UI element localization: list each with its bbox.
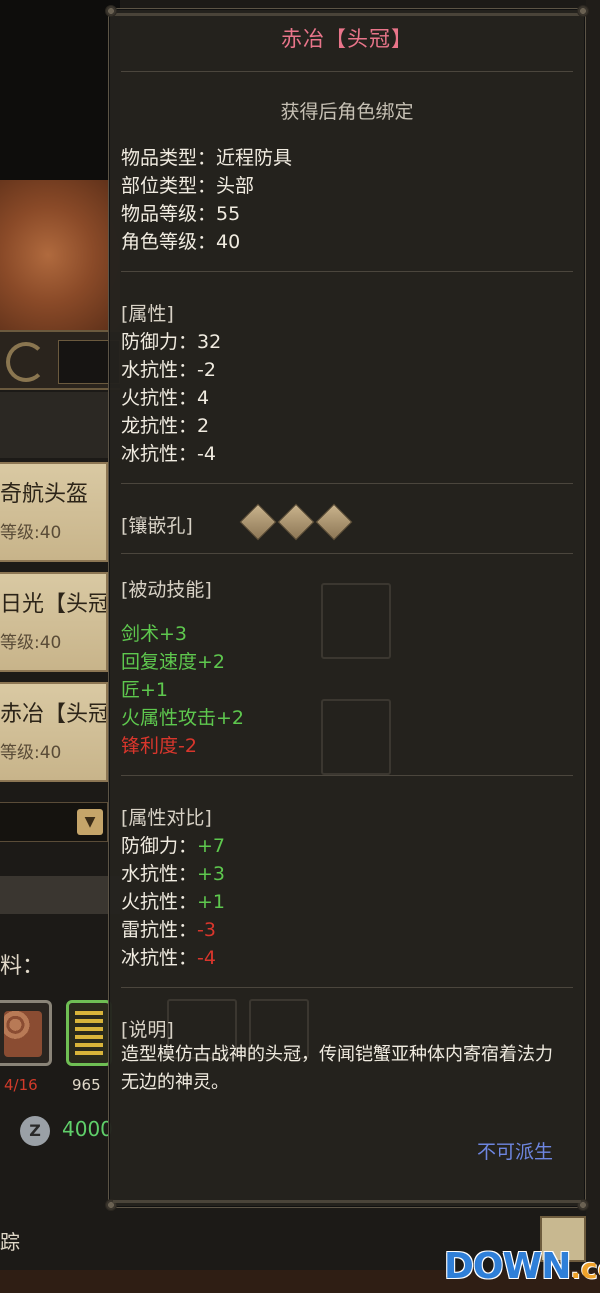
passive-skill: 剑术+3 [121, 623, 188, 645]
compare-header: [属性对比] [121, 807, 212, 829]
material-part-icon[interactable] [66, 1000, 112, 1066]
info-char-level: 角色等级：40 [121, 231, 241, 253]
bg-ornament-bar [0, 330, 120, 390]
equipment-card-name: 赤冶【头冠 [0, 702, 108, 727]
corner-rivet-icon [577, 5, 589, 17]
material-ore-icon[interactable] [0, 1000, 52, 1066]
track-label: 踪 [0, 1230, 20, 1254]
passive-skill: 火属性攻击+2 [121, 707, 245, 729]
divider [121, 553, 573, 554]
info-item-level: 物品等级：55 [121, 203, 241, 225]
equipment-card[interactable]: 赤冶【头冠 等级:40 [0, 682, 108, 782]
description-header: [说明] [121, 1019, 174, 1041]
attribute-fire-res: 火抗性：4 [121, 387, 210, 409]
swirl-ornament-icon [6, 342, 46, 382]
attribute-ice-res: 冰抗性：-4 [121, 443, 216, 465]
equipment-card[interactable]: 奇航头盔 等级:40 [0, 462, 108, 562]
coin-amount: 4000 [62, 1117, 113, 1141]
chevron-down-icon[interactable]: ▼ [77, 809, 103, 835]
material-1-count: 4/16 [4, 1076, 38, 1094]
equipment-card-name: 奇航头盔 [0, 482, 89, 507]
attribute-water-res: 水抗性：-2 [121, 359, 216, 381]
bg-strip [0, 392, 120, 458]
attribute-dragon-res: 龙抗性：2 [121, 415, 210, 437]
socket-diamond-icon [277, 503, 315, 541]
bg-ghost-slot [321, 583, 391, 659]
passive-skill: 匠+1 [121, 679, 169, 701]
no-derive-note: 不可派生 [476, 1141, 553, 1163]
equipment-card-level: 等级:40 [0, 743, 62, 763]
compare-water-res: 水抗性：+3 [121, 863, 226, 885]
divider [121, 271, 573, 272]
bg-dropdown[interactable]: ▼ [0, 802, 108, 842]
divider [121, 775, 573, 776]
material-2-count: 965 [72, 1076, 101, 1094]
bind-note: 获得后角色绑定 [280, 101, 414, 123]
attribute-defense: 防御力：32 [121, 331, 222, 353]
compare-defense: 防御力：+7 [121, 835, 226, 857]
attributes-header: [属性] [121, 303, 174, 325]
corner-rivet-icon [105, 1199, 117, 1211]
divider [121, 71, 573, 72]
compare-fire-res: 火抗性：+1 [121, 891, 226, 913]
description-text: 造型模仿古战神的头冠，传闻铠蟹亚种体内寄宿着法力无边的神灵。 [121, 1044, 553, 1093]
site-watermark-logo: DOWN.cc [444, 1246, 600, 1287]
bg-top-area [0, 0, 120, 180]
socket-slots [239, 503, 353, 541]
info-item-type: 物品类型：近程防具 [121, 147, 293, 169]
compare-thunder-res: 雷抗性：-3 [121, 919, 216, 941]
bg-banner-image [0, 180, 120, 330]
info-slot-type: 部位类型：头部 [121, 175, 255, 197]
bg-right-edge [586, 0, 600, 1293]
equipment-card-name: 日光【头冠 [0, 592, 108, 617]
socket-diamond-icon [239, 503, 277, 541]
item-tooltip: 赤冶【头冠】 获得后角色绑定 物品类型：近程防具 部位类型：头部 物品等级：55… [105, 5, 589, 1211]
passive-skill: 锋利度-2 [121, 735, 197, 757]
socket-diamond-icon [315, 503, 353, 541]
passive-header: [被动技能] [121, 579, 212, 601]
divider [121, 483, 573, 484]
item-title: 赤冶【头冠】 [281, 27, 413, 51]
bg-bar [0, 876, 120, 914]
equipment-card-level: 等级:40 [0, 523, 62, 543]
passive-skill: 回复速度+2 [121, 651, 226, 673]
compare-ice-res: 冰抗性：-4 [121, 947, 216, 969]
corner-rivet-icon [105, 5, 117, 17]
divider [121, 987, 573, 988]
sockets-header: [镶嵌孔] [121, 515, 193, 537]
zenny-coin-icon: Z [20, 1116, 50, 1146]
corner-rivet-icon [577, 1199, 589, 1211]
bg-ghost-slot [321, 699, 391, 775]
equipment-card[interactable]: 日光【头冠 等级:40 [0, 572, 108, 672]
materials-label: 料： [0, 954, 45, 979]
equipment-card-level: 等级:40 [0, 633, 62, 653]
